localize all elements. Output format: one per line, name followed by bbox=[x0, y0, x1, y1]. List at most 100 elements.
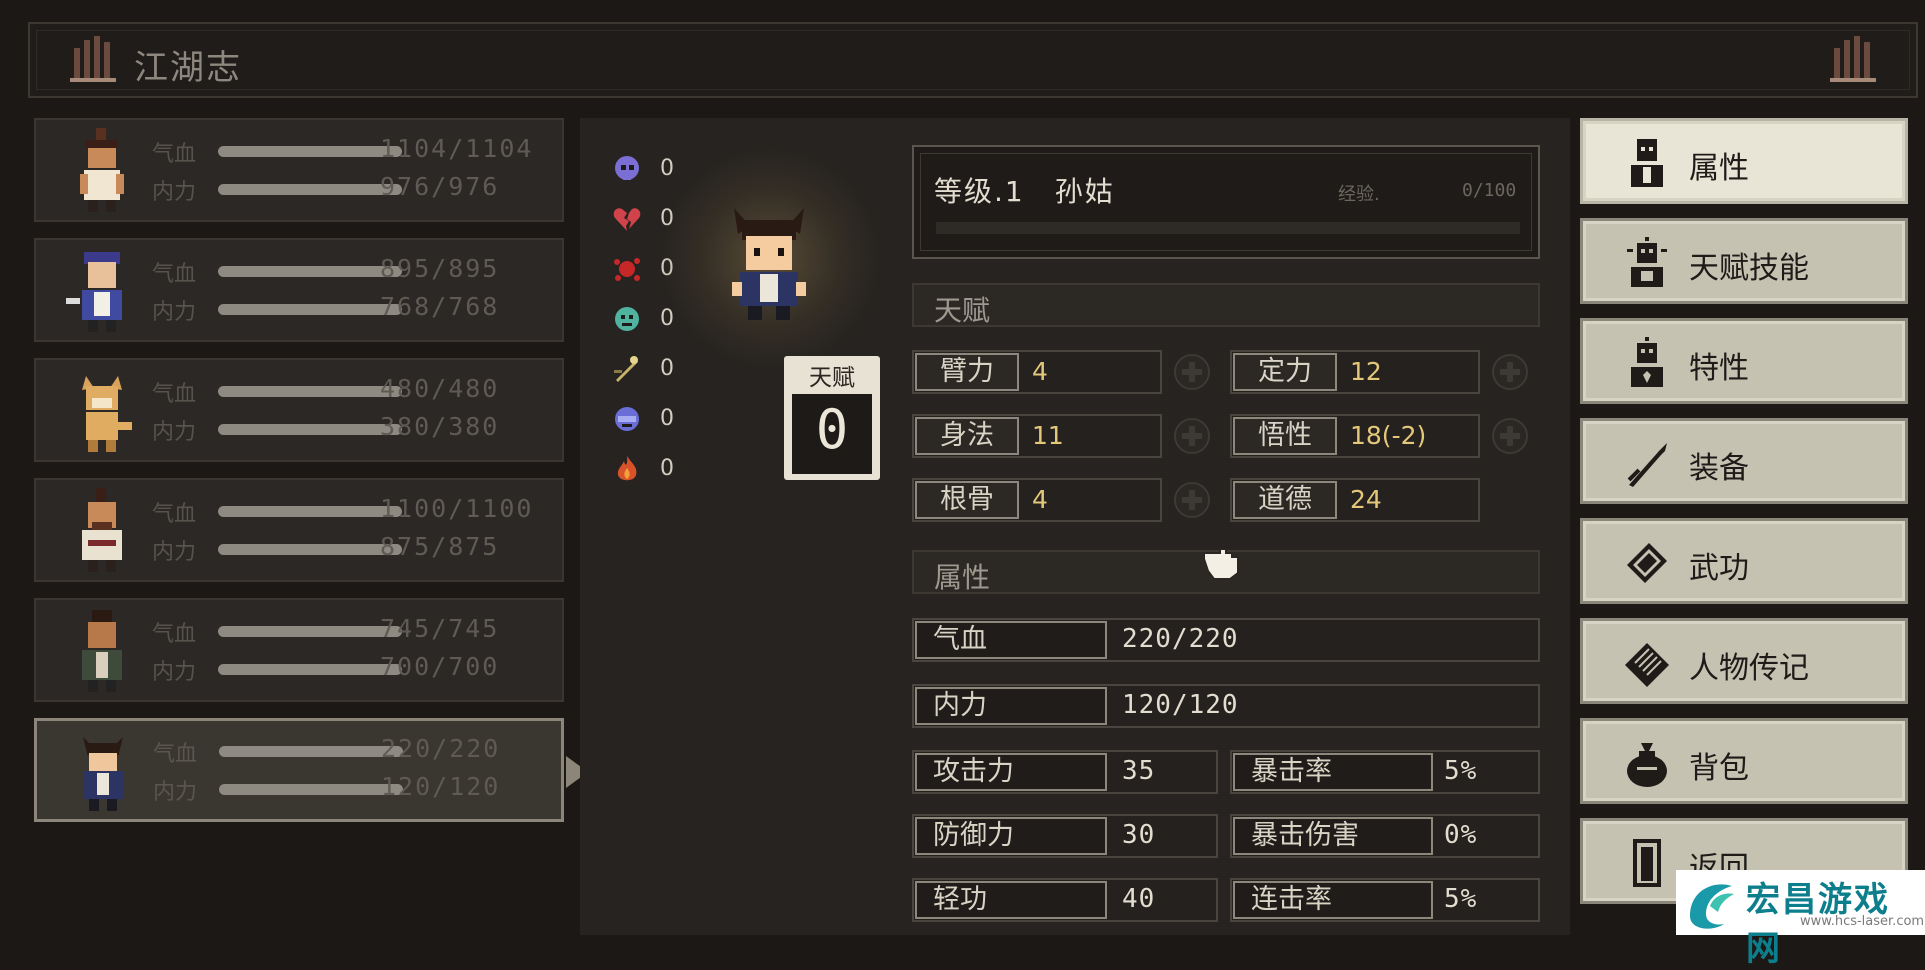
broken-heart-icon bbox=[613, 208, 641, 231]
frozen-face-icon bbox=[615, 407, 639, 431]
mp-label: 内力 bbox=[152, 660, 197, 685]
menu-label: 装备 bbox=[1689, 451, 1749, 486]
menu-talent-skill-button[interactable]: 天赋技能 bbox=[1580, 218, 1908, 304]
mp-bar bbox=[218, 544, 402, 555]
talent-points-label: 天赋 bbox=[809, 365, 855, 391]
menu-label: 武功 bbox=[1689, 551, 1749, 586]
stat-name: 防御力 bbox=[915, 817, 1107, 855]
character-portrait bbox=[82, 610, 122, 692]
stat-name: 连击率 bbox=[1233, 881, 1433, 919]
menu-label: 背包 bbox=[1689, 751, 1749, 786]
stat-value: 5% bbox=[1444, 756, 1478, 786]
dagger-spark-icon bbox=[614, 356, 638, 382]
party-member-card[interactable]: 气血 1100/1100 内力 875/875 bbox=[34, 478, 564, 582]
talent-stat: 根骨 4 bbox=[912, 478, 1162, 522]
party-member-card[interactable]: 气血 480/480 内力 380/380 bbox=[34, 358, 564, 462]
talent-stat-name: 悟性 bbox=[1233, 417, 1337, 455]
talent-stat-value: 12 bbox=[1350, 357, 1382, 386]
mp-label: 内力 bbox=[152, 300, 197, 325]
skull-icon bbox=[615, 156, 639, 180]
hp-label: 气血 bbox=[152, 622, 197, 647]
status-count: 0 bbox=[660, 356, 674, 381]
hp-label: 气血 bbox=[152, 262, 197, 287]
plus-icon[interactable] bbox=[1490, 352, 1530, 392]
stat-value: 30 bbox=[1122, 820, 1156, 850]
character-portrait bbox=[80, 128, 124, 212]
talent-stat-name: 根骨 bbox=[915, 481, 1019, 519]
menu-martial-arts-button[interactable]: 武功 bbox=[1580, 518, 1908, 604]
stat-row: 暴击伤害 0% bbox=[1230, 814, 1540, 858]
plus-icon[interactable] bbox=[1172, 416, 1212, 456]
hp-bar bbox=[218, 146, 402, 157]
exp-value: 0/100 bbox=[1462, 180, 1517, 201]
stat-row: 暴击率 5% bbox=[1230, 750, 1540, 794]
hp-value: 220/220 bbox=[381, 734, 501, 763]
talent-stat: 定力 12 bbox=[1230, 350, 1480, 394]
plus-icon[interactable] bbox=[1172, 480, 1212, 520]
flame-icon bbox=[617, 456, 637, 481]
scroll-icon bbox=[1625, 643, 1669, 687]
mp-value: 120/120 bbox=[381, 772, 501, 801]
poison-skull-icon bbox=[615, 307, 639, 331]
mp-bar bbox=[218, 424, 402, 435]
hp-value: 1104/1104 bbox=[380, 134, 534, 163]
menu-trait-button[interactable]: 特性 bbox=[1580, 318, 1908, 404]
menu-label: 人物传记 bbox=[1689, 651, 1809, 686]
mp-value: 976/976 bbox=[380, 172, 500, 201]
talent-stat-value: 4 bbox=[1032, 485, 1048, 514]
mp-value: 700/700 bbox=[380, 652, 500, 681]
status-count: 0 bbox=[660, 156, 674, 181]
hp-label: 气血 bbox=[152, 502, 197, 527]
talent-stat-name: 定力 bbox=[1233, 353, 1337, 391]
mp-value: 380/380 bbox=[380, 412, 500, 441]
hand-cursor-icon bbox=[1203, 548, 1239, 580]
menu-attributes-button[interactable]: 属性 bbox=[1580, 118, 1908, 204]
talent-stat: 悟性 18(-2) bbox=[1230, 414, 1480, 458]
party-member-card-selected[interactable]: 气血 220/220 内力 120/120 bbox=[34, 718, 564, 822]
stat-name: 攻击力 bbox=[915, 753, 1107, 791]
menu-label: 特性 bbox=[1689, 351, 1749, 386]
talent-stat-name: 道德 bbox=[1233, 481, 1337, 519]
plus-icon[interactable] bbox=[1490, 416, 1530, 456]
title-bar bbox=[28, 22, 1918, 98]
stat-row: 内力 120/120 bbox=[912, 684, 1540, 728]
talent-stat: 道德 24 bbox=[1230, 478, 1480, 522]
menu-label: 属性 bbox=[1689, 151, 1749, 186]
party-member-card[interactable]: 气血 895/895 内力 768/768 bbox=[34, 238, 564, 342]
character-portrait bbox=[83, 737, 123, 811]
talent-stat: 身法 11 bbox=[912, 414, 1162, 458]
mp-label: 内力 bbox=[153, 780, 198, 805]
hp-bar bbox=[218, 626, 402, 637]
hp-bar bbox=[218, 266, 402, 277]
character-icon bbox=[1631, 139, 1663, 187]
menu-inventory-button[interactable]: 背包 bbox=[1580, 718, 1908, 804]
talent-stat-value: 11 bbox=[1032, 421, 1064, 450]
mp-value: 768/768 bbox=[380, 292, 500, 321]
mp-label: 内力 bbox=[152, 420, 197, 445]
stat-name: 内力 bbox=[915, 687, 1107, 725]
party-member-card[interactable]: 气血 745/745 内力 700/700 bbox=[34, 598, 564, 702]
mp-bar bbox=[218, 664, 402, 675]
plus-icon[interactable] bbox=[1172, 352, 1212, 392]
talent-stat-value: 18(-2) bbox=[1350, 421, 1427, 450]
sword-icon bbox=[1627, 443, 1667, 487]
character-portrait bbox=[82, 488, 122, 572]
level-name: 等级.1 孙姑 bbox=[934, 175, 1115, 208]
hp-label: 气血 bbox=[152, 382, 197, 407]
mp-value: 875/875 bbox=[380, 532, 500, 561]
stat-name: 轻功 bbox=[915, 881, 1107, 919]
exp-label: 经验. bbox=[1338, 184, 1380, 205]
bag-icon bbox=[1627, 743, 1667, 787]
menu-biography-button[interactable]: 人物传记 bbox=[1580, 618, 1908, 704]
talent-points-value: 0 bbox=[815, 398, 849, 461]
character-portrait-large bbox=[732, 208, 806, 320]
menu-equipment-button[interactable]: 装备 bbox=[1580, 418, 1908, 504]
hp-value: 1100/1100 bbox=[380, 494, 534, 523]
stat-value: 120/120 bbox=[1122, 690, 1239, 720]
party-member-card[interactable]: 气血 1104/1104 内力 976/976 bbox=[34, 118, 564, 222]
mp-bar bbox=[218, 304, 402, 315]
talent-stat-value: 4 bbox=[1032, 357, 1048, 386]
stat-name: 气血 bbox=[915, 621, 1107, 659]
talent-skill-icon bbox=[1627, 237, 1667, 287]
character-portrait bbox=[66, 252, 122, 332]
